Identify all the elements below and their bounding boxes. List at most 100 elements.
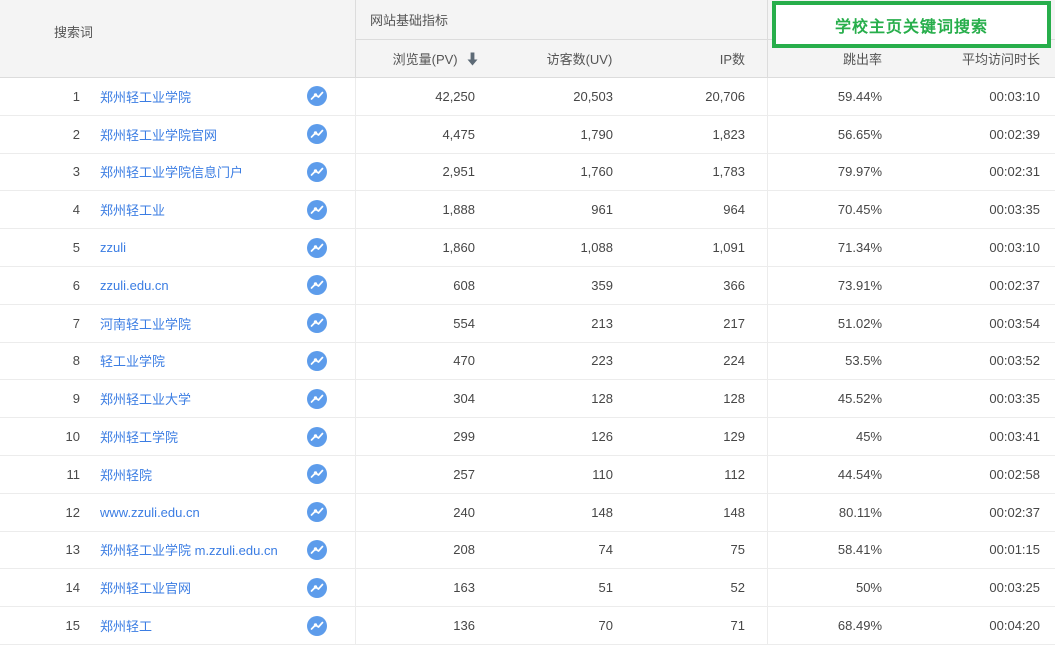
uv-value: 110 [500, 467, 638, 482]
group-header-basic-metrics: 网站基础指标 [356, 0, 767, 40]
bounce-rate-value: 73.91% [768, 278, 904, 293]
keyword-link[interactable]: zzuli [100, 240, 126, 255]
trend-chart-icon[interactable] [307, 351, 327, 371]
rank-number: 6 [0, 278, 80, 293]
trend-chart-icon[interactable] [307, 502, 327, 522]
trend-chart-icon[interactable] [307, 124, 327, 144]
bounce-rate-value: 70.45% [768, 202, 904, 217]
keyword-link[interactable]: zzuli.edu.cn [100, 278, 169, 293]
trend-chart-icon[interactable] [307, 275, 327, 295]
keyword-cell: 3 郑州轻工业学院信息门户 [0, 154, 356, 191]
ip-value: 112 [638, 456, 768, 493]
table-row: 15 郑州轻工 136 70 71 68.49% 00:04:20 [0, 607, 1055, 645]
keyword-link[interactable]: 郑州轻工业 [100, 200, 165, 219]
table-row: 11 郑州轻院 257 110 112 44.54% 00:02:58 [0, 456, 1055, 494]
avg-duration-value: 00:03:35 [904, 202, 1055, 217]
keyword-link[interactable]: 郑州轻工业学院信息门户 [100, 162, 243, 181]
rank-number: 8 [0, 353, 80, 368]
sort-descending-arrow-icon[interactable] [467, 52, 478, 66]
uv-value: 70 [500, 618, 638, 633]
trend-chart-icon[interactable] [307, 540, 327, 560]
keyword-link[interactable]: 郑州轻工业学院官网 [100, 125, 217, 144]
table-row: 1 郑州轻工业学院 42,250 20,503 20,706 59.44% 00… [0, 78, 1055, 116]
highlight-annotation-box: 学校主页关键词搜索 [772, 1, 1051, 48]
table-row: 8 轻工业学院 470 223 224 53.5% 00:03:52 [0, 343, 1055, 381]
rank-number: 7 [0, 316, 80, 331]
bounce-rate-value: 79.97% [768, 164, 904, 179]
pv-value: 304 [356, 391, 500, 406]
keyword-cell: 7 河南轻工业学院 [0, 305, 356, 342]
avg-duration-value: 00:03:25 [904, 580, 1055, 595]
keyword-link[interactable]: 郑州轻工业大学 [100, 389, 191, 408]
uv-value: 128 [500, 391, 638, 406]
ip-value: 148 [638, 494, 768, 531]
keyword-cell: 5 zzuli [0, 229, 356, 266]
keyword-link[interactable]: 轻工业学院 [100, 351, 165, 370]
uv-value: 359 [500, 278, 638, 293]
table-row: 3 郑州轻工业学院信息门户 2,951 1,760 1,783 79.97% 0… [0, 154, 1055, 192]
keyword-link[interactable]: www.zzuli.edu.cn [100, 505, 200, 520]
basic-metrics-label: 网站基础指标 [370, 10, 448, 29]
ip-value: 52 [638, 569, 768, 606]
ip-value: 1,091 [638, 229, 768, 266]
trend-chart-icon[interactable] [307, 616, 327, 636]
keyword-cell: 8 轻工业学院 [0, 343, 356, 380]
keyword-link[interactable]: 郑州轻工 [100, 616, 152, 635]
keyword-link[interactable]: 河南轻工业学院 [100, 314, 191, 333]
trend-chart-icon[interactable] [307, 238, 327, 258]
trend-chart-icon[interactable] [307, 427, 327, 447]
table-row: 9 郑州轻工业大学 304 128 128 45.52% 00:03:35 [0, 380, 1055, 418]
table-row: 7 河南轻工业学院 554 213 217 51.02% 00:03:54 [0, 305, 1055, 343]
keyword-link[interactable]: 郑州轻工业学院 m.zzuli.edu.cn [100, 540, 278, 559]
pv-value: 163 [356, 580, 500, 595]
keyword-link[interactable]: 郑州轻工业官网 [100, 578, 191, 597]
uv-value: 1,790 [500, 127, 638, 142]
pv-value: 42,250 [356, 89, 500, 104]
trend-chart-icon[interactable] [307, 578, 327, 598]
ip-value: 128 [638, 380, 768, 417]
keyword-analytics-table: 搜索词 网站基础指标 浏览量(PV) 访客数(UV) [0, 0, 1055, 645]
keyword-link[interactable]: 郑州轻院 [100, 465, 152, 484]
uv-value: 126 [500, 429, 638, 444]
table-row: 4 郑州轻工业 1,888 961 964 70.45% 00:03:35 [0, 191, 1055, 229]
trend-chart-icon[interactable] [307, 162, 327, 182]
keyword-cell: 12 www.zzuli.edu.cn [0, 494, 356, 531]
keyword-link[interactable]: 郑州轻工学院 [100, 427, 178, 446]
pv-value: 2,951 [356, 164, 500, 179]
rank-number: 12 [0, 505, 80, 520]
avg-duration-value: 00:04:20 [904, 618, 1055, 633]
avg-duration-value: 00:03:41 [904, 429, 1055, 444]
table-row: 14 郑州轻工业官网 163 51 52 50% 00:03:25 [0, 569, 1055, 607]
pv-value: 608 [356, 278, 500, 293]
trend-chart-icon[interactable] [307, 389, 327, 409]
trend-chart-icon[interactable] [307, 464, 327, 484]
keyword-cell: 9 郑州轻工业大学 [0, 380, 356, 417]
ip-value: 75 [638, 532, 768, 569]
bounce-rate-value: 53.5% [768, 353, 904, 368]
ip-value: 217 [638, 305, 768, 342]
rank-number: 14 [0, 580, 80, 595]
avg-duration-value: 00:03:35 [904, 391, 1055, 406]
avg-duration-value: 00:03:52 [904, 353, 1055, 368]
keyword-link[interactable]: 郑州轻工业学院 [100, 87, 191, 106]
pv-value: 470 [356, 353, 500, 368]
bounce-rate-value: 56.65% [768, 127, 904, 142]
column-header-uv[interactable]: 访客数(UV) [500, 40, 638, 77]
column-header-ip[interactable]: IP数 [637, 40, 767, 77]
table-header: 搜索词 网站基础指标 浏览量(PV) 访客数(UV) [0, 0, 1055, 78]
trend-chart-icon[interactable] [307, 200, 327, 220]
keyword-cell: 1 郑州轻工业学院 [0, 78, 356, 115]
trend-chart-icon[interactable] [307, 86, 327, 106]
pv-value: 136 [356, 618, 500, 633]
trend-chart-icon[interactable] [307, 313, 327, 333]
uv-value: 74 [500, 542, 638, 557]
uv-value: 961 [500, 202, 638, 217]
bounce-rate-value: 50% [768, 580, 904, 595]
ip-value: 1,823 [638, 116, 768, 153]
rank-number: 5 [0, 240, 80, 255]
column-header-pv[interactable]: 浏览量(PV) [356, 40, 500, 77]
uv-value: 213 [500, 316, 638, 331]
rank-number: 4 [0, 202, 80, 217]
rank-number: 2 [0, 127, 80, 142]
pv-value: 257 [356, 467, 500, 482]
